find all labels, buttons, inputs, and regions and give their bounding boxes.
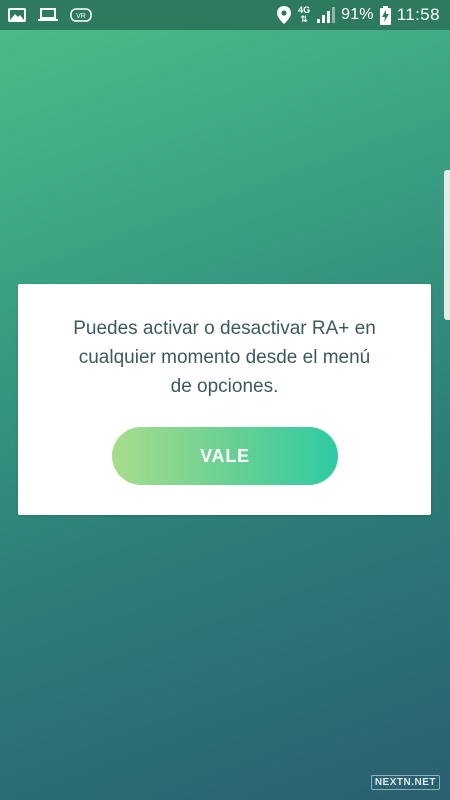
status-bar: VR 4G ⇅ 91% 11:58 (0, 0, 450, 30)
watermark: NEXTN.NET (370, 775, 440, 790)
signal-strength-icon (317, 7, 336, 23)
vale-button[interactable]: VALE (112, 427, 338, 485)
status-bar-right: 4G ⇅ 91% 11:58 (271, 5, 440, 25)
battery-charging-icon (379, 5, 391, 25)
status-clock: 11:58 (396, 5, 440, 24)
location-icon (277, 6, 292, 24)
edge-panel-handle[interactable] (444, 170, 450, 320)
status-bar-left: VR (8, 8, 104, 22)
battery-percent: 91% (341, 6, 374, 23)
dialog-message: Puedes activar o desactivar RA+ en cualq… (73, 318, 376, 397)
network-type-indicator: 4G ⇅ (297, 6, 311, 24)
vr-icon: VR (70, 8, 92, 22)
vr-label: VR (76, 13, 86, 20)
data-arrows-icon: ⇅ (300, 14, 308, 24)
ar-plus-info-dialog: Puedes activar o desactivar RA+ en cualq… (18, 284, 431, 515)
laptop-icon (38, 8, 58, 22)
gallery-icon (8, 8, 26, 22)
